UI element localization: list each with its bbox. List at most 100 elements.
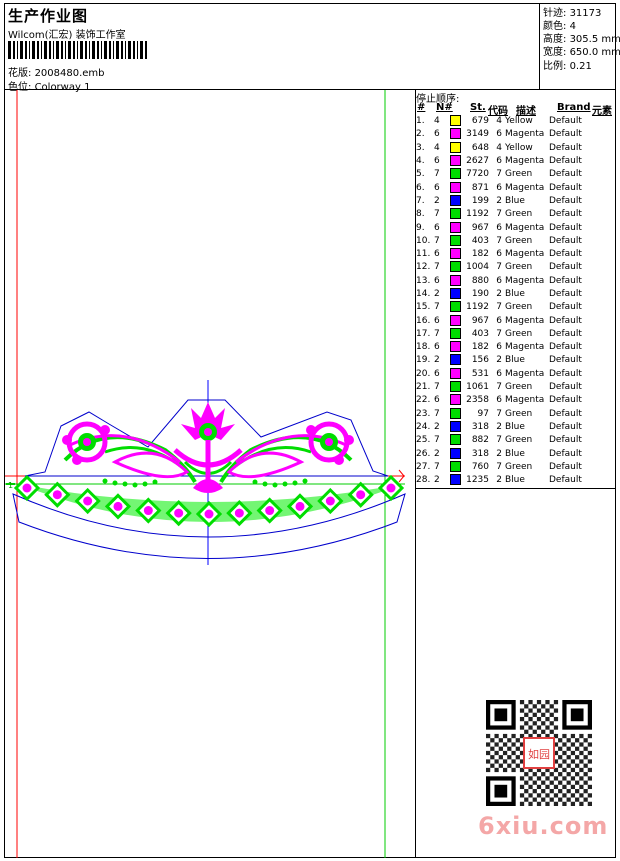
row-code: 7 <box>496 209 502 220</box>
row-index: 4. <box>416 156 425 167</box>
table-row: 20. 6 531 6 Magenta Default <box>416 367 591 381</box>
row-description: Green <box>505 262 533 273</box>
row-color-swatch-cell <box>450 381 464 394</box>
row-code: 6 <box>496 156 502 167</box>
row-needle: 6 <box>434 249 440 260</box>
row-index: 22. <box>416 395 431 406</box>
table-row: 16. 6 967 6 Magenta Default <box>416 314 591 327</box>
row-stitches: 403 <box>471 235 489 246</box>
row-index: 18. <box>416 342 431 353</box>
table-row: 10. 7 403 7 Green Default <box>416 234 591 248</box>
color-swatch <box>450 115 461 127</box>
row-index: 21. <box>416 382 431 393</box>
row-description: Magenta <box>505 129 545 140</box>
row-index: 19. <box>416 355 431 366</box>
row-description: Magenta <box>505 249 545 260</box>
color-swatch <box>450 141 461 153</box>
row-brand: Default <box>549 169 582 180</box>
row-color-swatch-cell <box>450 420 464 434</box>
row-description: Blue <box>505 448 525 459</box>
row-stitches: 880 <box>471 275 489 286</box>
color-swatch <box>450 181 461 193</box>
guide-marker-text: 1 <box>8 481 13 490</box>
row-stitches: 882 <box>471 435 489 446</box>
row-needle: 7 <box>434 169 440 180</box>
color-swatch <box>450 248 461 260</box>
row-stitches: 967 <box>471 222 489 233</box>
row-index: 5. <box>416 169 425 180</box>
row-stitches: 190 <box>471 289 489 299</box>
row-needle: 7 <box>434 328 440 339</box>
row-code: 7 <box>496 302 502 313</box>
row-brand: Default <box>549 209 582 220</box>
row-stitches: 531 <box>471 368 489 379</box>
row-brand: Default <box>549 355 582 366</box>
row-brand: Default <box>549 249 582 260</box>
row-brand: Default <box>549 382 582 393</box>
row-needle: 7 <box>434 461 440 472</box>
color-swatch <box>450 447 461 459</box>
central-flower <box>173 402 243 493</box>
row-stitches: 648 <box>471 142 489 153</box>
color-swatch <box>450 208 461 220</box>
row-stitches: 1235 <box>466 475 489 486</box>
row-color-swatch-cell <box>450 367 464 381</box>
table-row: 6. 6 871 6 Magenta Default <box>416 181 591 194</box>
row-description: Green <box>505 435 533 446</box>
row-color-swatch-cell <box>450 301 464 314</box>
stop-sequence-table: 1. 4 679 4 Yellow Default 2. 6 3149 6 Magenta Defau… <box>416 115 591 487</box>
row-description: Magenta <box>505 368 545 379</box>
row-color-swatch-cell <box>450 354 464 367</box>
row-code: 2 <box>496 355 502 366</box>
color-swatch <box>450 434 461 446</box>
row-stitches: 1192 <box>466 302 489 313</box>
row-needle: 6 <box>434 368 440 379</box>
table-row: 1. 4 679 4 Yellow Default <box>416 115 591 128</box>
col-header-needle: N# <box>436 102 453 113</box>
row-brand: Default <box>549 408 582 419</box>
design-file-row: 花版: 2008480.emb <box>8 64 105 79</box>
col-header-index: # <box>417 102 426 113</box>
color-swatch <box>450 194 461 206</box>
row-code: 2 <box>496 195 502 206</box>
row-color-swatch-cell <box>450 194 464 208</box>
table-row: 14. 2 190 2 Blue Default <box>416 288 591 301</box>
vine-left-inner <box>104 446 184 470</box>
row-index: 11. <box>416 249 431 260</box>
row-needle: 2 <box>434 195 440 206</box>
row-description: Magenta <box>505 275 545 286</box>
row-brand: Default <box>549 342 582 353</box>
color-swatch <box>450 168 461 180</box>
row-needle: 2 <box>434 289 440 299</box>
row-description: Yellow <box>505 116 533 127</box>
row-description: Green <box>505 408 533 419</box>
row-index: 15. <box>416 302 431 313</box>
row-stitches: 1061 <box>466 382 489 393</box>
row-needle: 7 <box>434 382 440 393</box>
row-needle: 2 <box>434 421 440 432</box>
row-needle: 7 <box>434 302 440 313</box>
color-swatch <box>450 420 461 432</box>
row-brand: Default <box>549 182 582 193</box>
table-row: 19. 2 156 2 Blue Default <box>416 354 591 367</box>
design-preview: 1 <box>5 90 406 858</box>
row-description: Green <box>505 209 533 220</box>
row-needle: 2 <box>434 448 440 459</box>
stats-panel: 针迹: 31173 颜色: 4 高度: 305.5 mm 宽度: 650.0 m… <box>539 3 620 89</box>
row-index: 1. <box>416 116 425 127</box>
row-description: Green <box>505 169 533 180</box>
row-color-swatch-cell <box>450 447 464 460</box>
row-code: 6 <box>496 275 502 286</box>
row-index: 26. <box>416 448 431 459</box>
row-index: 25. <box>416 435 431 446</box>
row-description: Magenta <box>505 395 545 406</box>
row-stitches: 97 <box>477 408 489 419</box>
table-row: 12. 7 1004 7 Green Default <box>416 261 591 274</box>
row-needle: 2 <box>434 355 440 366</box>
table-row: 4. 6 2627 6 Magenta Default <box>416 155 591 168</box>
row-brand: Default <box>549 461 582 472</box>
row-stitches: 871 <box>471 182 489 193</box>
row-color-swatch-cell <box>450 327 464 341</box>
table-row: 18. 6 182 6 Magenta Default <box>416 341 591 354</box>
row-brand: Default <box>549 116 582 127</box>
